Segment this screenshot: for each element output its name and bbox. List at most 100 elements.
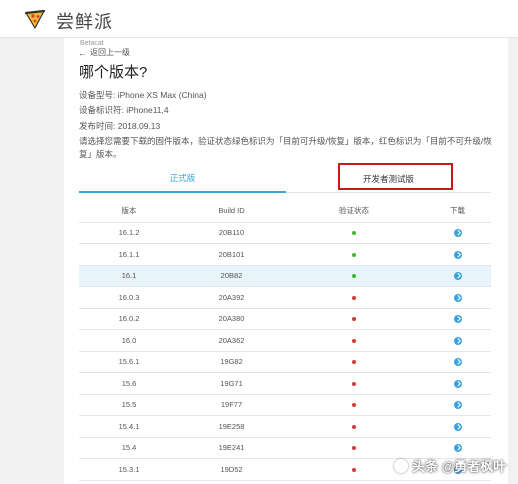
watermark-avatar-icon: [394, 458, 408, 473]
download-icon[interactable]: [453, 272, 462, 281]
build-cell: 19G71: [179, 372, 284, 395]
device-model: 设备型号: iPhone XS Max (China): [79, 90, 207, 100]
watermark: 头条 @勇者枫叶: [394, 456, 506, 475]
status-cell: [284, 351, 424, 373]
download-cell: [424, 265, 491, 287]
table-row[interactable]: 16.0.2 20A380: [79, 308, 491, 330]
status-unsigned-dot-icon: [352, 317, 356, 322]
download-icon[interactable]: [453, 315, 462, 324]
back-link[interactable]: ← 返回上一级: [78, 47, 130, 58]
build-cell: 19F77: [179, 394, 284, 416]
version-cell: 16.1.2: [79, 222, 179, 244]
top-bar: 尝鲜派: [0, 0, 518, 38]
download-icon[interactable]: [453, 293, 462, 302]
status-cell: [284, 222, 424, 244]
breadcrumb: Betacat: [80, 40, 104, 46]
download-icon[interactable]: [453, 379, 462, 388]
page-title: 哪个版本?: [79, 64, 148, 81]
arrow-left-icon: ←: [78, 47, 87, 58]
release-date: 发布时间: 2018.09.13: [79, 121, 161, 131]
version-cell: 15.6: [79, 372, 179, 395]
device-identifier: 设备标识符: iPhone11,4: [79, 105, 169, 115]
tab-developer-beta[interactable]: 开发者测试版: [286, 165, 491, 193]
version-cell: 15.4.1: [79, 415, 179, 438]
download-icon[interactable]: [453, 401, 462, 410]
download-icon[interactable]: [453, 422, 462, 431]
download-cell: [424, 243, 491, 266]
status-unsigned-dot-icon: [352, 403, 356, 408]
watermark-text: 头条 @勇者枫叶: [412, 459, 507, 474]
status-cell: [284, 329, 424, 352]
version-cell: 15.5: [79, 394, 179, 416]
status-signed-dot-icon: [352, 231, 356, 236]
status-unsigned-dot-icon: [352, 338, 356, 343]
firmware-table: 版本 Build ID 验证状态 下载 16.1.2 20B110 16.1.1 20…: [79, 199, 491, 481]
download-cell: [424, 222, 491, 244]
download-cell: [424, 351, 491, 373]
build-cell: 20A392: [179, 286, 284, 309]
version-cell: 16.1: [79, 265, 179, 287]
build-cell: 19D52: [179, 458, 284, 481]
version-cell: 16.0: [79, 329, 179, 352]
build-cell: 19E241: [179, 437, 284, 459]
build-cell: 20B82: [179, 265, 284, 287]
pizza-logo-icon[interactable]: [24, 9, 46, 29]
table-row[interactable]: 15.6.1 19G82: [79, 351, 491, 373]
table-row[interactable]: 16.1.1 20B101: [79, 243, 491, 266]
status-unsigned-dot-icon: [352, 424, 356, 429]
firmware-card: Betacat ← 返回上一级 哪个版本? 设备型号: iPhone XS Ma…: [64, 38, 508, 484]
download-icon[interactable]: [453, 336, 462, 345]
status-cell: [284, 415, 424, 438]
download-icon[interactable]: [453, 229, 462, 238]
status-cell: [284, 265, 424, 287]
version-cell: 16.0.3: [79, 286, 179, 309]
column-header-version: 版本: [79, 199, 179, 223]
column-header-status: 验证状态: [284, 199, 424, 223]
status-cell: [284, 308, 424, 330]
status-cell: [284, 394, 424, 416]
download-cell: [424, 415, 491, 438]
build-cell: 20A380: [179, 308, 284, 330]
version-cell: 16.0.2: [79, 308, 179, 330]
download-cell: [424, 372, 491, 395]
column-header-download: 下载: [424, 199, 491, 223]
brand-name[interactable]: 尝鲜派: [56, 8, 113, 34]
build-cell: 19E258: [179, 415, 284, 438]
download-icon[interactable]: [453, 444, 462, 453]
version-cell: 16.1.1: [79, 243, 179, 266]
status-unsigned-dot-icon: [352, 446, 356, 451]
back-label: 返回上一级: [90, 48, 130, 57]
version-cell: 15.4: [79, 437, 179, 459]
download-cell: [424, 394, 491, 416]
column-header-build: Build ID: [179, 199, 284, 223]
status-unsigned-dot-icon: [352, 360, 356, 365]
table-row[interactable]: 16.1 20B82: [79, 265, 491, 287]
status-unsigned-dot-icon: [352, 381, 356, 386]
version-cell: 15.6.1: [79, 351, 179, 373]
status-cell: [284, 286, 424, 309]
status-cell: [284, 243, 424, 266]
status-cell: [284, 372, 424, 395]
table-row[interactable]: 16.0 20A362: [79, 329, 491, 352]
table-row[interactable]: 15.4.1 19E258: [79, 415, 491, 438]
table-row[interactable]: 15.6 19G71: [79, 372, 491, 395]
build-cell: 20A362: [179, 329, 284, 352]
table-header-row: 版本 Build ID 验证状态 下载: [79, 199, 491, 223]
download-cell: [424, 329, 491, 352]
version-tabs: 正式版 开发者测试版: [79, 165, 491, 193]
download-cell: [424, 308, 491, 330]
description: 请选择您需要下载的固件版本，验证状态绿色标识为「目前可升级/恢复」版本，红色标识…: [79, 136, 492, 159]
build-cell: 20B101: [179, 243, 284, 266]
download-cell: [424, 286, 491, 309]
tab-release[interactable]: 正式版: [79, 165, 286, 193]
status-signed-dot-icon: [352, 274, 356, 279]
download-icon[interactable]: [453, 250, 462, 259]
status-signed-dot-icon: [352, 252, 356, 257]
status-unsigned-dot-icon: [352, 295, 356, 300]
version-cell: 15.3.1: [79, 458, 179, 481]
table-row[interactable]: 16.0.3 20A392: [79, 286, 491, 309]
table-row[interactable]: 15.5 19F77: [79, 394, 491, 416]
build-cell: 20B110: [179, 222, 284, 244]
download-icon[interactable]: [453, 358, 462, 367]
table-row[interactable]: 16.1.2 20B110: [79, 222, 491, 244]
